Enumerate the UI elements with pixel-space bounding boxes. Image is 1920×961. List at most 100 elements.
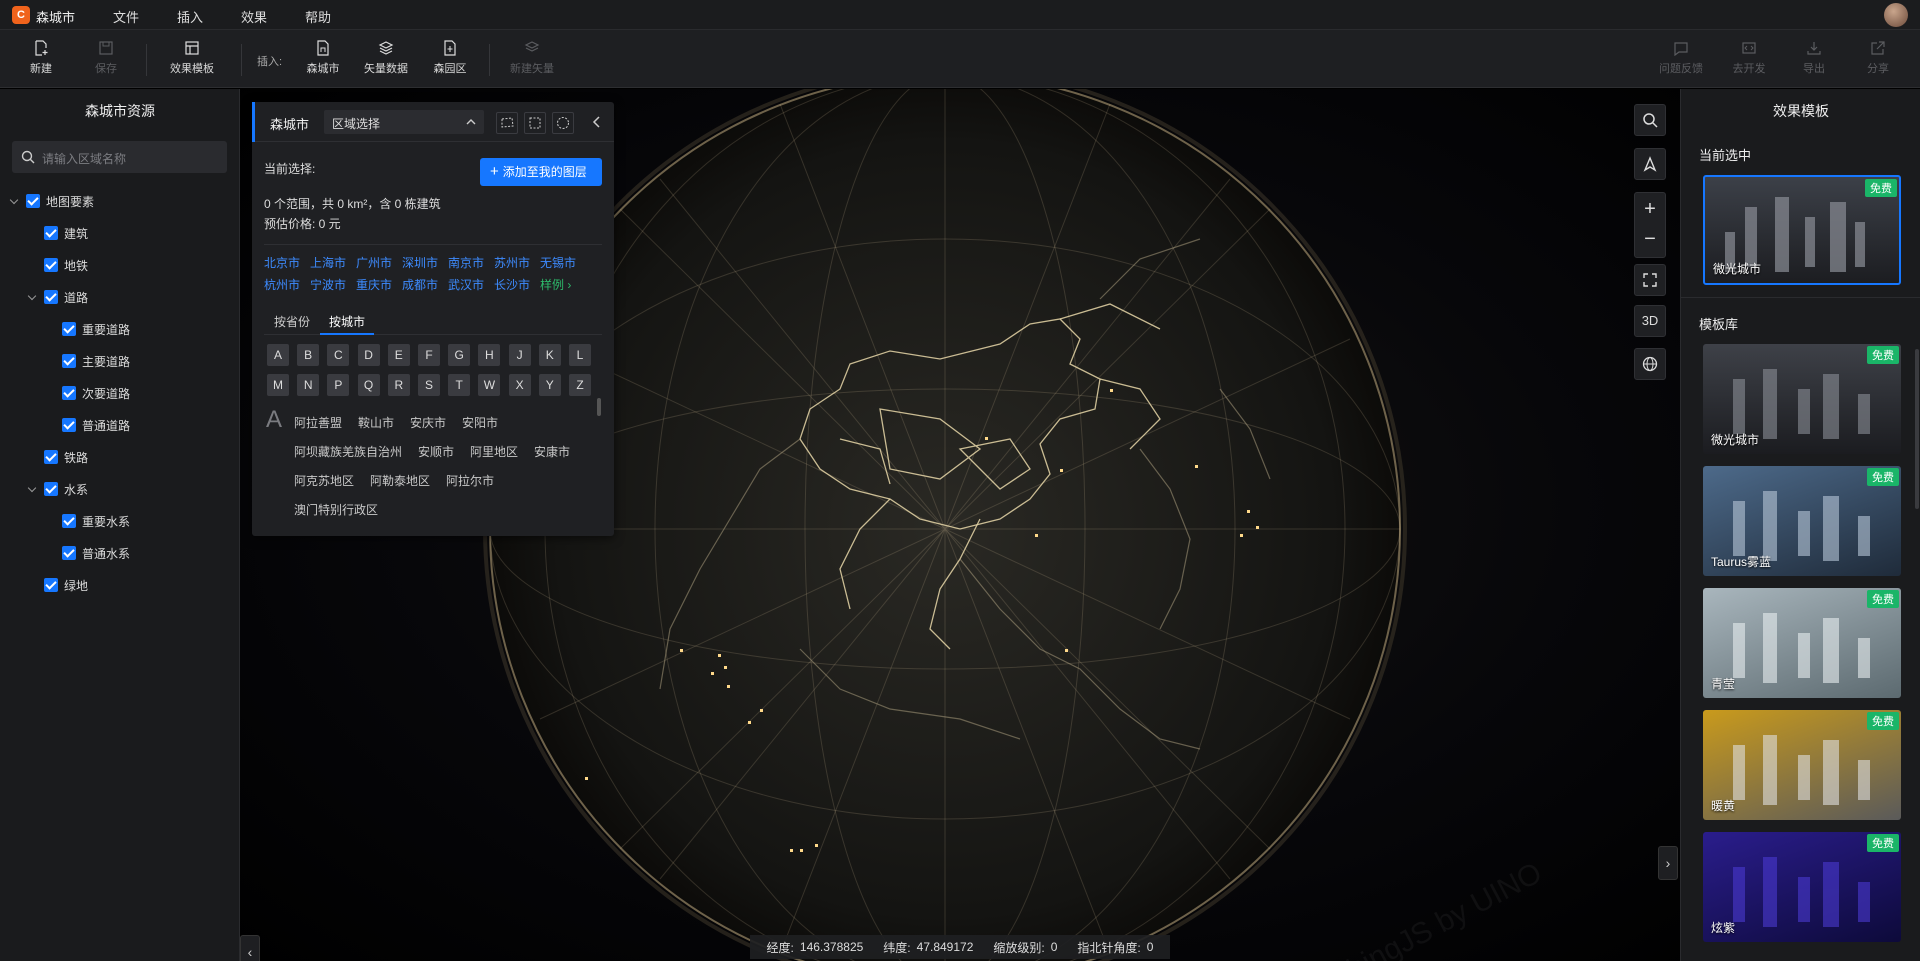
city-item[interactable]: 鞍山市 [358, 414, 394, 431]
collapse-left-button[interactable]: ‹ [240, 935, 260, 961]
tree-node[interactable]: 地图要素 [10, 191, 94, 211]
quick-city-link[interactable]: 杭州市 [264, 276, 300, 293]
user-avatar[interactable] [1884, 3, 1908, 27]
effect-template-button[interactable]: 效果模板 [164, 40, 220, 76]
quick-city-link[interactable]: 广州市 [356, 254, 392, 271]
quick-city-link[interactable]: 宁波市 [310, 276, 346, 293]
compass-button[interactable] [1634, 148, 1666, 180]
chevron-down-icon[interactable] [10, 196, 20, 206]
quick-city-link[interactable]: 成都市 [402, 276, 438, 293]
tree-node[interactable]: 普通水系 [62, 543, 130, 563]
tab-by-city[interactable]: 按城市 [320, 313, 374, 335]
checkbox[interactable] [44, 258, 58, 272]
letter-button[interactable]: P [327, 374, 350, 396]
tree-node[interactable]: 主要道路 [62, 351, 130, 371]
template-card[interactable]: 免费 暖黄 [1703, 710, 1901, 820]
polygon-select-button[interactable] [496, 112, 518, 134]
quick-city-link[interactable]: 北京市 [264, 254, 300, 271]
share-button[interactable]: 分享 [1852, 40, 1904, 76]
tree-node[interactable]: 水系 [28, 479, 88, 499]
letter-button[interactable]: S [418, 374, 440, 396]
export-button[interactable]: 导出 [1788, 40, 1840, 76]
letter-button[interactable]: F [418, 344, 440, 366]
new-button[interactable]: 新建 [15, 40, 67, 76]
vector-data-button[interactable]: 矢量数据 [360, 40, 412, 76]
menu-effect[interactable]: 效果 [241, 7, 267, 26]
circle-select-button[interactable] [552, 112, 574, 134]
city-item[interactable]: 阿克苏地区 [294, 472, 354, 489]
letter-button[interactable]: K [538, 344, 561, 366]
zoom-in-icon[interactable]: + [1635, 193, 1665, 225]
letter-button[interactable]: T [448, 374, 471, 396]
checkbox[interactable] [62, 418, 76, 432]
save-button[interactable]: 保存 [80, 40, 132, 76]
add-to-layer-button[interactable]: + 添加至我的图层 [480, 158, 602, 186]
city-item[interactable]: 阿里地区 [470, 443, 518, 460]
develop-button[interactable]: 去开发 [1723, 40, 1775, 76]
city-item[interactable]: 阿拉善盟 [294, 414, 342, 431]
quick-city-link[interactable]: 武汉市 [448, 276, 484, 293]
city-item[interactable]: 澳门特别行政区 [294, 501, 378, 518]
city-item[interactable]: 安康市 [534, 443, 570, 460]
rect-select-button[interactable] [524, 112, 546, 134]
insert-sencity-button[interactable]: 森城市 [297, 40, 349, 76]
letter-button[interactable]: X [508, 374, 531, 396]
feedback-button[interactable]: 问题反馈 [1655, 40, 1707, 76]
tree-node[interactable]: 普通道路 [62, 415, 130, 435]
list-scrollbar[interactable] [597, 398, 601, 416]
quick-city-link[interactable]: 长沙市 [494, 276, 530, 293]
checkbox[interactable] [26, 194, 40, 208]
letter-button[interactable]: E [387, 344, 410, 366]
checkbox[interactable] [62, 514, 76, 528]
letter-button[interactable]: Z [569, 374, 591, 396]
tree-node[interactable]: 绿地 [44, 575, 88, 595]
city-item[interactable]: 安庆市 [410, 414, 446, 431]
menu-help[interactable]: 帮助 [305, 7, 331, 26]
tree-node[interactable]: 重要道路 [62, 319, 130, 339]
fullscreen-button[interactable] [1634, 264, 1666, 296]
city-item[interactable]: 阿坝藏族羌族自治州 [294, 443, 402, 460]
template-card[interactable]: 免费 微光城市 [1703, 344, 1901, 454]
letter-button[interactable]: M [267, 374, 289, 396]
menu-insert[interactable]: 插入 [177, 7, 203, 26]
quick-city-link[interactable]: 苏州市 [494, 254, 530, 271]
letter-button[interactable]: Y [538, 374, 561, 396]
chevron-down-icon[interactable] [28, 292, 38, 302]
checkbox[interactable] [62, 354, 76, 368]
quick-city-link[interactable]: 无锡市 [540, 254, 576, 271]
tree-node[interactable]: 次要道路 [62, 383, 130, 403]
letter-button[interactable]: C [327, 344, 350, 366]
letter-button[interactable]: D [357, 344, 380, 366]
checkbox[interactable] [62, 546, 76, 560]
quick-city-link[interactable]: 南京市 [448, 254, 484, 271]
tree-node[interactable]: 道路 [28, 287, 88, 307]
template-list-scrollbar[interactable] [1915, 349, 1919, 509]
letter-button[interactable]: N [297, 374, 320, 396]
city-item[interactable]: 安阳市 [462, 414, 498, 431]
template-card[interactable]: 免费 Taurus雾蓝 [1703, 466, 1901, 576]
current-template-card[interactable]: 免费 微光城市 [1703, 175, 1901, 285]
tree-node[interactable]: 建筑 [44, 223, 88, 243]
checkbox[interactable] [62, 322, 76, 336]
globe-view-button[interactable] [1634, 348, 1666, 380]
city-item[interactable]: 安顺市 [418, 443, 454, 460]
tree-node[interactable]: 铁路 [44, 447, 88, 467]
letter-button[interactable]: L [569, 344, 591, 366]
collapse-right-button[interactable]: › [1658, 846, 1678, 880]
template-card[interactable]: 免费 青莹 [1703, 588, 1901, 698]
template-card[interactable]: 免费 炫紫 [1703, 832, 1901, 942]
quick-city-link[interactable]: 上海市 [310, 254, 346, 271]
checkbox[interactable] [44, 226, 58, 240]
checkbox[interactable] [62, 386, 76, 400]
map-search-button[interactable] [1634, 104, 1666, 136]
sample-link[interactable]: 样例 › [540, 276, 571, 293]
letter-button[interactable]: J [508, 344, 531, 366]
letter-button[interactable]: H [478, 344, 501, 366]
quick-city-link[interactable]: 重庆市 [356, 276, 392, 293]
region-search-input[interactable]: 请输入区域名称 [12, 141, 227, 173]
menu-file[interactable]: 文件 [113, 7, 139, 26]
city-item[interactable]: 阿拉尔市 [446, 472, 494, 489]
insert-park-button[interactable]: 森园区 [424, 40, 476, 76]
checkbox[interactable] [44, 578, 58, 592]
letter-button[interactable]: W [478, 374, 501, 396]
